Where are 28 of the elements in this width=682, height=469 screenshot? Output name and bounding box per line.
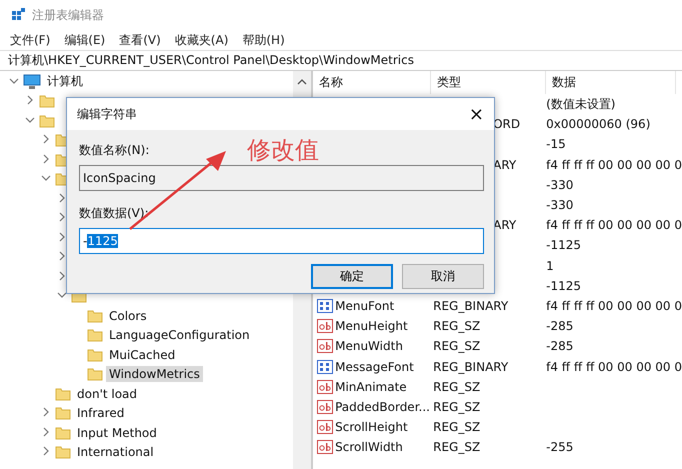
value-data: f4 ff ff ff 00 00 00 00 0: [546, 218, 682, 232]
value-data: f4 ff ff ff 00 00 00 00 0: [546, 360, 682, 374]
value-data: -255: [546, 440, 574, 454]
value-data: -1125: [546, 278, 581, 293]
value-type: REG_SZ: [433, 420, 480, 434]
value-type: REG_SZ: [433, 400, 480, 414]
value-data: -285: [546, 339, 574, 354]
value-data: -330: [546, 198, 574, 212]
value-type: REG_BINARY: [433, 298, 508, 313]
value-data: f4 ff ff ff 00 00 00 00 0: [546, 298, 682, 313]
value-data: (数值未设置): [546, 96, 616, 111]
field-label: 数值数据(V):: [79, 205, 149, 222]
value-data: -15: [546, 137, 566, 152]
value-type: REG_SZ: [433, 380, 480, 394]
annotation-text: 修改值: [247, 135, 319, 166]
value-data: 0x00000060 (96): [546, 117, 650, 132]
value-data: f4 ff ff ff 00 00 00 00 0: [546, 158, 682, 172]
value-type: REG_SZ: [433, 339, 480, 354]
value-data: -330: [546, 178, 574, 192]
value-data: -1125: [546, 238, 581, 252]
value-data: -285: [546, 319, 574, 334]
dialog-title: 编辑字符串: [77, 106, 137, 122]
value-type: REG_BINARY: [433, 360, 508, 374]
value-type: REG_SZ: [433, 319, 480, 334]
field-label: 数值名称(N):: [79, 142, 150, 159]
value-data: 1: [546, 258, 554, 273]
window-title: 注册表编辑器: [32, 6, 104, 24]
value-type: REG_SZ: [433, 440, 480, 454]
